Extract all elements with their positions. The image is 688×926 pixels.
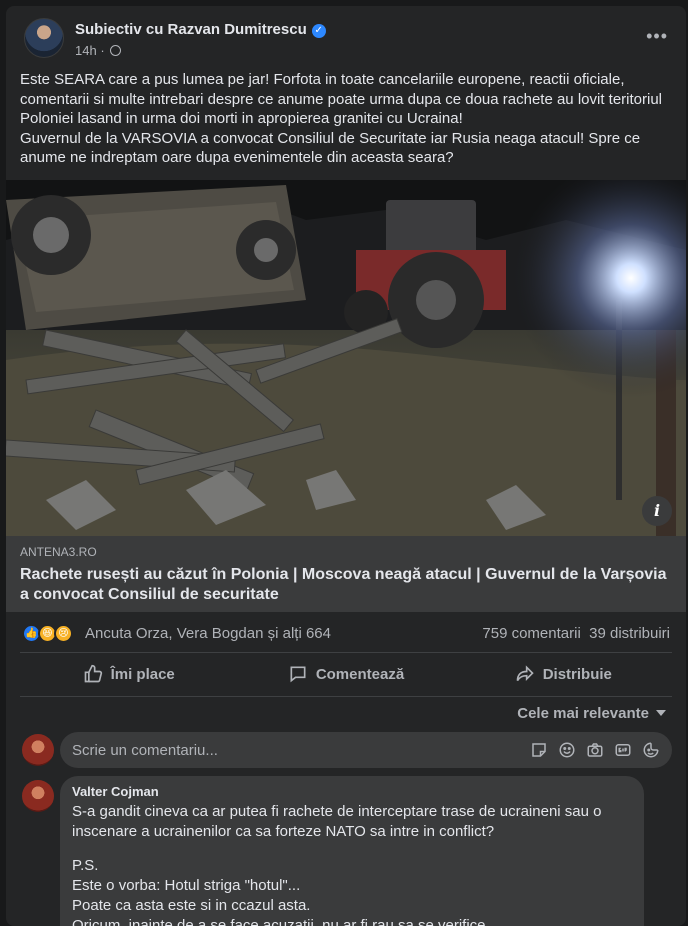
info-icon[interactable]: i — [642, 496, 672, 526]
divider — [20, 696, 672, 697]
comment-bubble: Valter Cojman S-a gandit cineva ca ar pu… — [60, 776, 644, 926]
divider — [20, 652, 672, 653]
comment-input-icons — [530, 741, 660, 759]
sticker-icon[interactable] — [530, 741, 548, 759]
reaction-stats: 👍 😆 😢 Ancuta Orza, Vera Bogdan și alți 6… — [6, 618, 686, 648]
comment-input[interactable] — [72, 741, 530, 759]
sort-dropdown[interactable]: Cele mai relevante — [517, 705, 666, 722]
comment-label: Comentează — [315, 665, 405, 683]
reaction-icons[interactable]: 👍 😆 😢 — [22, 624, 78, 644]
share-button[interactable]: Distribuie — [455, 654, 672, 694]
share-label: Distribuie — [542, 665, 612, 683]
post-meta: 14h · — [75, 43, 122, 58]
verified-badge-icon: ✓ — [311, 24, 326, 38]
crash-site-image — [6, 180, 686, 536]
post-paragraph: Este SEARA care a pus lumea pe jar! Forf… — [20, 71, 663, 128]
emoji-icon[interactable] — [558, 741, 576, 759]
comment-author[interactable]: Valter Cojman — [72, 784, 632, 799]
post-header: Subiectiv cu Razvan Dumitrescu ✓ 14h · ••… — [6, 6, 686, 68]
sort-label: Cele mai relevante — [517, 705, 649, 722]
comment-icon — [290, 666, 306, 683]
link-preview[interactable]: ANTENA3.RO Rachete rusești au căzut în P… — [6, 536, 686, 612]
thumbs-up-icon — [84, 664, 102, 683]
commenter-avatar[interactable] — [22, 780, 54, 812]
like-button[interactable]: Îmi place — [20, 654, 237, 694]
engagement-counts: 759 comentarii 39 distribuiri — [482, 625, 670, 642]
globe-icon — [110, 45, 122, 56]
avatar-sticker-icon[interactable] — [642, 741, 660, 759]
page-avatar[interactable] — [24, 18, 64, 58]
current-user-avatar[interactable] — [22, 734, 54, 766]
comments-count[interactable]: 759 comentarii — [482, 625, 580, 642]
comment-line: Este o vorba: Hotul striga "hotul"... — [72, 877, 301, 894]
like-label: Îmi place — [110, 665, 175, 683]
action-bar: Îmi place Comentează Distribuie — [20, 654, 672, 694]
gif-icon[interactable] — [614, 741, 632, 759]
comment-input-box — [60, 732, 672, 768]
comment-line: Poate ca asta este si in ccazul asta. — [72, 897, 311, 914]
comment-paragraph: S-a gandit cineva ca ar putea fi rachete… — [72, 803, 602, 840]
page-name-text[interactable]: Subiectiv cu Razvan Dumitrescu — [75, 21, 307, 38]
post-time[interactable]: 14h — [75, 43, 97, 58]
post-photo[interactable]: i — [6, 180, 686, 536]
camera-icon[interactable] — [586, 741, 604, 759]
link-title[interactable]: Rachete rusești au căzut în Polonia | Mo… — [20, 565, 672, 605]
reaction-names[interactable]: Ancuta Orza, Vera Bogdan și alți 664 — [85, 625, 331, 642]
comment-text: S-a gandit cineva ca ar putea fi rachete… — [72, 802, 632, 926]
more-options-icon[interactable]: ••• — [646, 26, 668, 47]
comment-button[interactable]: Comentează — [237, 654, 454, 694]
post-paragraph: Guvernul de la VARSOVIA a convocat Consi… — [20, 129, 641, 167]
comment-line: Oricum, inainte de a se face acuzatii, n… — [72, 917, 486, 926]
comment-line: P.S. — [72, 857, 99, 874]
sad-icon: 😢 — [54, 624, 73, 643]
shares-count[interactable]: 39 distribuiri — [589, 625, 670, 642]
caret-down-icon — [656, 710, 666, 716]
share-icon — [516, 665, 534, 682]
link-domain: ANTENA3.RO — [20, 545, 97, 559]
page-name[interactable]: Subiectiv cu Razvan Dumitrescu ✓ — [75, 21, 326, 38]
post-card: Subiectiv cu Razvan Dumitrescu ✓ 14h · ••… — [6, 6, 686, 926]
post-text: Este SEARA care a pus lumea pe jar! Forf… — [20, 70, 680, 168]
